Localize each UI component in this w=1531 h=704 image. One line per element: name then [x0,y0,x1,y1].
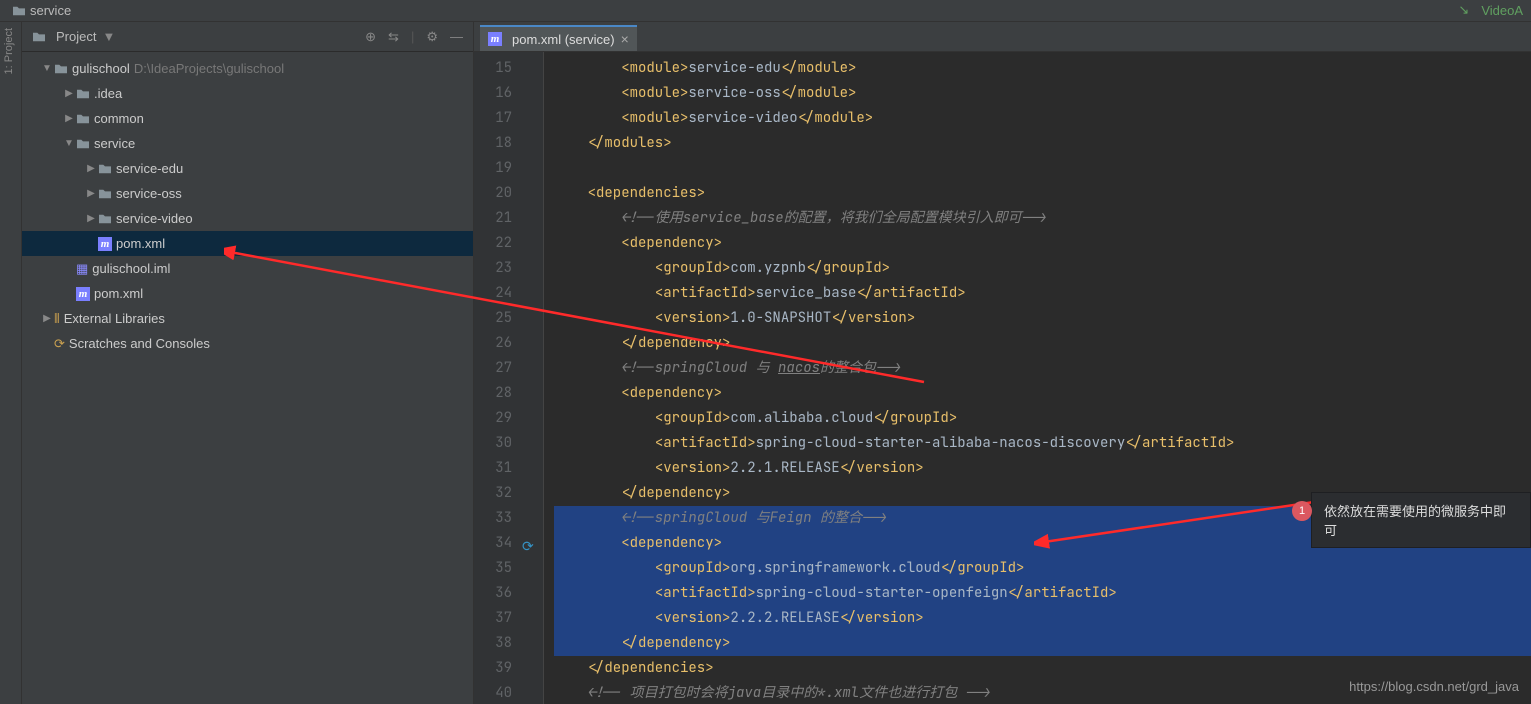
gear-icon[interactable]: ⚙ [426,29,438,45]
code-area[interactable]: <module>service-edu</module> <module>ser… [544,52,1531,704]
breadcrumb-item[interactable]: service [8,3,92,18]
code-line[interactable]: <!--使用service_base的配置，将我们全局配置模块引入即可--> [554,206,1531,231]
project-tool-label: 1: Project [0,22,18,80]
annotation-box: 1 依然放在需要使用的微服务中即可 [1311,492,1531,548]
code-line[interactable]: <!--springCloud 与 nacos的整合包--> [554,356,1531,381]
sidebar-tool-tab[interactable]: 1: Project [0,22,22,704]
line-gutter[interactable]: 1516171819202122232425262728293031323334… [474,52,530,704]
editor-area: m pom.xml (service) × 151617181920212223… [474,22,1531,704]
editor-body[interactable]: 1516171819202122232425262728293031323334… [474,52,1531,704]
code-line[interactable]: <groupId>org.springframework.cloud</grou… [554,556,1531,581]
tree-row[interactable]: ⟳Scratches and Consoles [22,331,473,356]
videoa-link[interactable]: VideoA [1481,3,1523,18]
tree-row[interactable]: mpom.xml [22,281,473,306]
tree-row[interactable]: ▶.idea [22,81,473,106]
code-line[interactable]: <version>2.2.2.RELEASE</version> [554,606,1531,631]
code-line[interactable]: <module>service-edu</module> [554,56,1531,81]
code-line[interactable]: <module>service-video</module> [554,106,1531,131]
tab-label: pom.xml (service) [512,32,615,47]
code-line[interactable]: </dependency> [554,331,1531,356]
project-title: Project [56,29,96,44]
code-line[interactable]: <artifactId>spring-cloud-starter-alibaba… [554,431,1531,456]
hide-icon[interactable]: — [450,29,463,45]
tree-row[interactable]: ▼gulischoolD:\IdeaProjects\gulischool [22,56,473,81]
annotation-badge: 1 [1292,501,1312,521]
tree-row[interactable]: ▶⦀External Libraries [22,306,473,331]
code-line[interactable]: <groupId>com.alibaba.cloud</groupId> [554,406,1531,431]
code-line[interactable]: <version>2.2.1.RELEASE</version> [554,456,1531,481]
code-line[interactable]: </modules> [554,131,1531,156]
tree-row[interactable]: ▦gulischool.iml [22,256,473,281]
code-line[interactable]: <artifactId>service_base</artifactId> [554,281,1531,306]
tree-row[interactable]: ▶service-edu [22,156,473,181]
breadcrumb-bar: gulischool〉service〉mpom.xml ↘ VideoA [0,0,1531,22]
close-icon[interactable]: × [621,31,629,47]
code-line[interactable]: <module>service-oss</module> [554,81,1531,106]
fold-gutter[interactable] [530,52,544,704]
expand-icon[interactable]: ⇆ [388,29,399,45]
locate-icon[interactable]: ⊕ [365,29,376,45]
tree-row[interactable]: ▼service [22,131,473,156]
project-tree[interactable]: ▼gulischoolD:\IdeaProjects\gulischool▶.i… [22,52,473,704]
code-line[interactable] [554,156,1531,181]
tree-row[interactable]: ▶service-video [22,206,473,231]
code-line[interactable]: </dependency> [554,631,1531,656]
code-line[interactable]: <dependencies> [554,181,1531,206]
annotation-text: 依然放在需要使用的微服务中即可 [1324,504,1506,538]
maven-reload-icon[interactable]: ⟳ [522,535,534,560]
watermark: https://blog.csdn.net/grd_java [1349,679,1519,694]
code-line[interactable]: <dependency> [554,381,1531,406]
tree-row[interactable]: mpom.xml [22,231,473,256]
tool-icon[interactable]: ↘ [1458,2,1469,18]
code-line[interactable]: <artifactId>spring-cloud-starter-openfei… [554,581,1531,606]
code-line[interactable]: </dependencies> [554,656,1531,681]
project-tool-window: Project ▼ ⊕ ⇆ | ⚙ — ▼gulischoolD:\IdeaPr… [22,22,474,704]
code-line[interactable]: <groupId>com.yzpnb</groupId> [554,256,1531,281]
tree-row[interactable]: ▶service-oss [22,181,473,206]
editor-tab-pom[interactable]: m pom.xml (service) × [480,25,637,51]
code-line[interactable]: <version>1.0-SNAPSHOT</version> [554,306,1531,331]
code-line[interactable]: <dependency> [554,231,1531,256]
project-view-selector[interactable]: Project ▼ [32,29,365,44]
maven-icon: m [488,32,502,46]
tree-row[interactable]: ▶common [22,106,473,131]
